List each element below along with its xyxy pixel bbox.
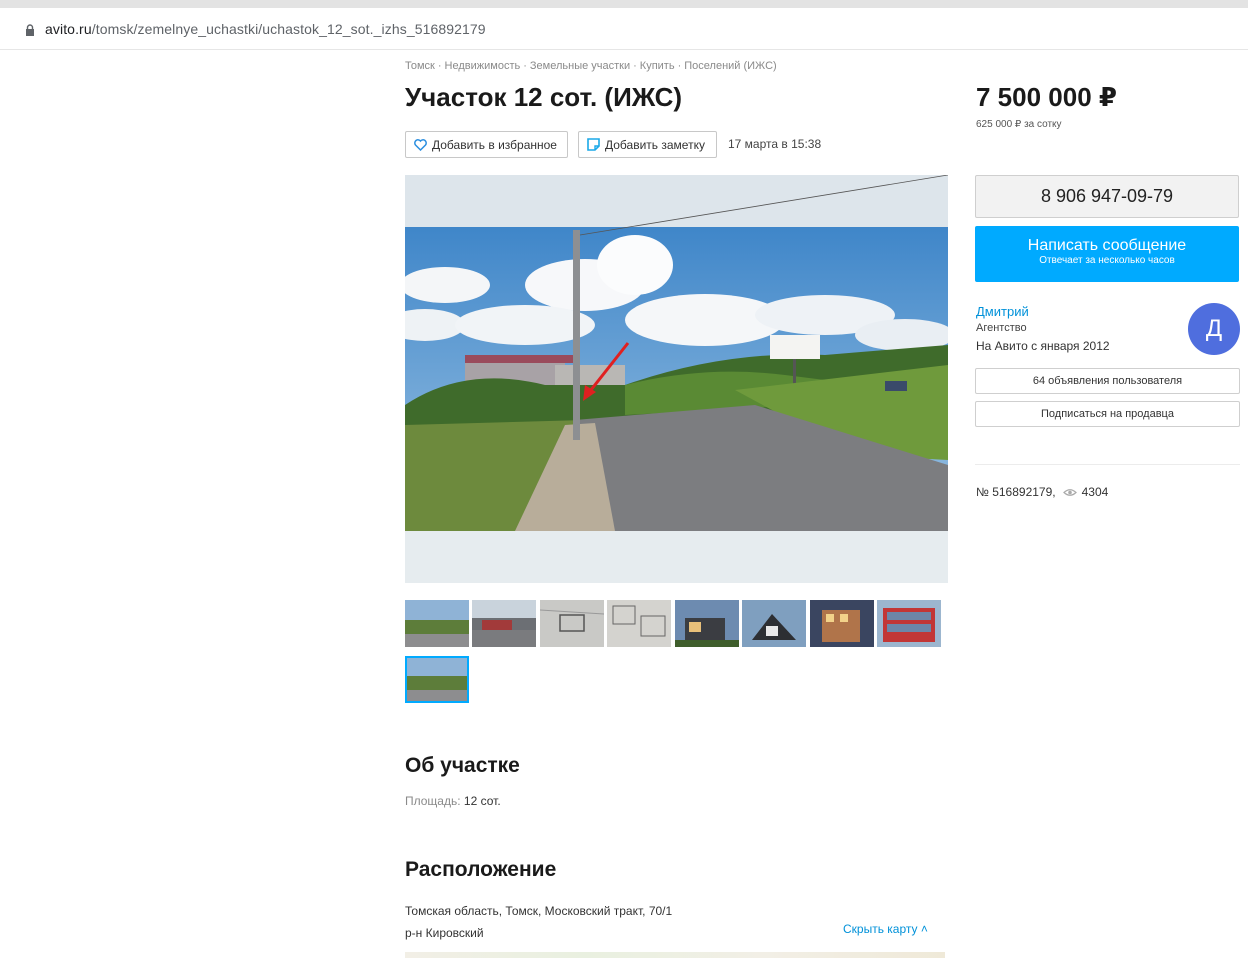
address-text: Томская область, Томск, Московский тракт…: [405, 904, 673, 918]
thumbnail-active[interactable]: [405, 656, 469, 703]
breadcrumb-separator: ·: [523, 60, 527, 72]
browser-address-bar[interactable]: avito.ru/tomsk/zemelnye_uchastki/uchasto…: [0, 8, 1248, 50]
district-text: р-н Кировский: [405, 926, 484, 940]
browser-top-strip: [0, 0, 1248, 8]
thumbnail[interactable]: [877, 600, 941, 647]
breadcrumb-item[interactable]: Купить: [640, 60, 675, 72]
address-url[interactable]: avito.ru/tomsk/zemelnye_uchastki/uchasto…: [45, 21, 486, 37]
phone-number: 8 906 947-09-79: [1040, 186, 1174, 206]
thumbnail[interactable]: [540, 600, 604, 647]
thumbnail[interactable]: [675, 600, 739, 647]
ad-meta: № 516892179, 4304: [976, 485, 1108, 499]
user-ads-label: 64 объявления пользователя: [1032, 375, 1183, 387]
thumbnail[interactable]: [405, 600, 469, 647]
publish-date: 17 марта в 15:38: [728, 137, 822, 151]
seller-name-link[interactable]: Дмитрий: [976, 304, 1029, 319]
price-per-sotka: 625 000 ₽ за сотку: [976, 119, 1062, 130]
breadcrumb-item[interactable]: Недвижимость: [445, 60, 521, 72]
seller-type: Агентство: [976, 322, 1027, 334]
add-note-button[interactable]: Добавить заметку: [578, 131, 717, 158]
area-field: Площадь: 12 сот.: [405, 794, 501, 808]
write-message-label: Написать сообщение: [1027, 237, 1187, 254]
map-preview[interactable]: [405, 952, 945, 958]
seller-since: На Авито с января 2012: [976, 339, 1110, 353]
note-icon: [587, 138, 600, 151]
views-count: 4304: [1081, 485, 1109, 499]
area-value: 12 сот.: [463, 794, 501, 808]
add-note-label: Добавить заметку: [605, 137, 705, 152]
thumbnail[interactable]: [472, 600, 536, 647]
page-title: Участок 12 сот. (ИЖС): [405, 82, 683, 112]
add-to-favorites-button[interactable]: Добавить в избранное: [405, 131, 568, 158]
url-host: avito.ru: [45, 21, 92, 37]
avatar[interactable]: Д: [1188, 303, 1240, 355]
area-label: Площадь:: [405, 794, 461, 808]
main-photo-image: [405, 175, 948, 583]
breadcrumb-separator: ·: [437, 60, 442, 72]
price: 7 500 000 ₽: [976, 82, 1117, 112]
ad-number: № 516892179,: [976, 485, 1056, 499]
location-heading: Расположение: [405, 858, 557, 881]
breadcrumb: Томск · Недвижимость · Земельные участки · Куп…: [405, 60, 777, 72]
write-message-button[interactable]: Написать сообщение Отвечает за несколько…: [975, 226, 1239, 282]
breadcrumb-item[interactable]: Поселений (ИЖС): [684, 60, 776, 72]
breadcrumb-separator: ·: [633, 60, 637, 72]
subscribe-seller-button[interactable]: Подписаться на продавца: [975, 401, 1240, 427]
about-heading: Об участке: [405, 754, 520, 777]
show-phone-button[interactable]: 8 906 947-09-79: [975, 175, 1239, 218]
avatar-letter: Д: [1205, 315, 1223, 342]
breadcrumb-separator: ·: [677, 60, 682, 72]
heart-icon: [414, 138, 427, 151]
divider: [975, 464, 1240, 465]
thumbnail[interactable]: [607, 600, 671, 647]
add-to-favorites-label: Добавить в избранное: [432, 137, 557, 152]
address-block: Томская область, Томск, Московский тракт…: [405, 900, 672, 944]
user-ads-button[interactable]: 64 объявления пользователя: [975, 368, 1240, 394]
breadcrumb-item[interactable]: Томск: [405, 60, 435, 72]
lock-icon: [26, 24, 34, 36]
chevron-up-icon: ˄: [920, 922, 928, 936]
hide-map-link[interactable]: Скрыть карту ˄: [843, 922, 928, 936]
hide-map-label: Скрыть карту: [843, 922, 918, 936]
response-time-label: Отвечает за несколько часов: [1039, 255, 1175, 266]
thumbnail[interactable]: [742, 600, 806, 647]
thumbnail[interactable]: [810, 600, 874, 647]
breadcrumb-item[interactable]: Земельные участки: [530, 60, 630, 72]
main-photo[interactable]: [405, 175, 948, 583]
subscribe-seller-label: Подписаться на продавца: [1041, 408, 1174, 420]
url-path: /tomsk/zemelnye_uchastki/uchastok_12_sot…: [91, 21, 486, 37]
eye-icon: [1062, 488, 1077, 496]
